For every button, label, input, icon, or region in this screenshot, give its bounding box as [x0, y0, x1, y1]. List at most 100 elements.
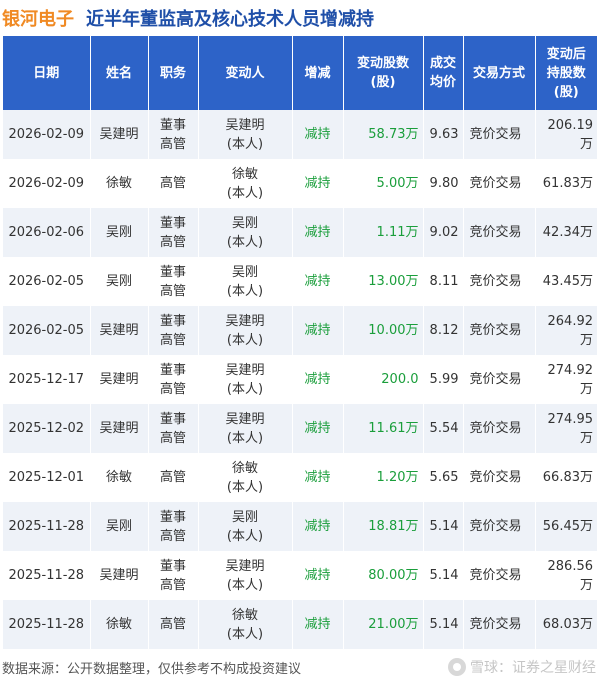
cell-price: 9.80 [422, 159, 463, 208]
cell-direction: 减持 [291, 208, 343, 257]
cell-role-line: 高管 [159, 332, 186, 348]
cell-changer-line: (本人) [226, 234, 264, 250]
cell-direction: 减持 [291, 257, 343, 306]
cell-name: 吴刚 [89, 257, 148, 306]
column-header-direction: 增减 [291, 36, 343, 110]
column-header-text: 成交 [429, 56, 456, 71]
cell-after: 206.19万 [534, 110, 597, 159]
cell-changer-line: (本人) [226, 528, 264, 544]
cell-name: 吴刚 [89, 502, 148, 551]
cell-changer: 吴刚 (本人) [197, 208, 292, 257]
cell-changer-line: 吴刚 [231, 264, 258, 280]
table-row: 2025-12-02 吴建明 董事 高管 吴建明 (本人) 减持 11.61万 5.54 竞价交易… [3, 404, 597, 453]
cell-shares: 11.61万 [342, 404, 423, 453]
cell-changer-line: 徐敏 [231, 607, 258, 623]
cell-price: 5.65 [422, 453, 463, 502]
cell-role-line: 董事 [159, 117, 186, 133]
cell-role: 高管 [147, 453, 198, 502]
cell-method: 竞价交易 [462, 257, 535, 306]
cell-direction: 减持 [291, 600, 343, 649]
cell-changer-line: 徐敏 [231, 460, 258, 476]
cell-shares: 80.00万 [342, 551, 423, 600]
snowball-logo-icon [448, 658, 466, 676]
cell-role: 董事 高管 [147, 110, 198, 159]
cell-after: 68.03万 [534, 600, 597, 649]
cell-changer: 徐敏 (本人) [197, 453, 292, 502]
cell-method: 竞价交易 [462, 110, 535, 159]
cell-name: 吴建明 [89, 355, 148, 404]
table-row: 2025-11-28 徐敏 高管 徐敏 (本人) 减持 21.00万 5.14 竞价交易 68.0… [3, 600, 597, 649]
cell-role-line: 高管 [159, 381, 186, 397]
cell-method: 竞价交易 [462, 208, 535, 257]
holdings-change-table: 日期 姓名 职务 变动人 增减 变动股数 (股) 成交 均价 交易方式 变动后 持股数 (股) 2026… [3, 36, 597, 649]
column-header-text: 日期 [33, 65, 60, 81]
cell-price: 5.54 [422, 404, 463, 453]
cell-price: 8.11 [422, 257, 463, 306]
cell-role: 董事 高管 [147, 551, 198, 600]
cell-role-line: 高管 [159, 136, 186, 152]
cell-shares: 58.73万 [342, 110, 423, 159]
cell-after: 274.95万 [534, 404, 597, 453]
cell-role: 高管 [147, 600, 198, 649]
cell-direction: 减持 [291, 110, 343, 159]
cell-changer: 吴建明 (本人) [197, 110, 292, 159]
cell-changer-line: (本人) [226, 136, 264, 152]
cell-method: 竞价交易 [462, 502, 535, 551]
cell-shares: 1.11万 [342, 208, 423, 257]
cell-changer-line: (本人) [226, 479, 264, 495]
cell-method: 竞价交易 [462, 551, 535, 600]
company-name: 银河电子 [2, 9, 74, 30]
cell-method: 竞价交易 [462, 600, 535, 649]
cell-role: 董事 高管 [147, 404, 198, 453]
cell-direction: 减持 [291, 453, 343, 502]
cell-role-line: 高管 [159, 176, 186, 191]
cell-date: 2026-02-09 [3, 110, 90, 159]
cell-role-line: 高管 [159, 234, 186, 250]
cell-name: 徐敏 [89, 159, 148, 208]
cell-role-line: 董事 [159, 411, 186, 427]
cell-changer-line: 吴建明 [225, 362, 265, 378]
cell-direction: 减持 [291, 404, 343, 453]
cell-shares: 5.00万 [342, 159, 423, 208]
cell-role-line: 高管 [159, 470, 186, 485]
cell-role: 董事 高管 [147, 208, 198, 257]
cell-method: 竞价交易 [462, 453, 535, 502]
cell-name: 吴建明 [89, 404, 148, 453]
cell-changer: 吴建明 (本人) [197, 551, 292, 600]
cell-role: 董事 高管 [147, 257, 198, 306]
cell-direction: 减持 [291, 306, 343, 355]
cell-name: 吴刚 [89, 208, 148, 257]
cell-role-line: 高管 [159, 430, 186, 446]
table-row: 2026-02-09 徐敏 高管 徐敏 (本人) 减持 5.00万 9.80 竞价交易 61.83… [3, 159, 597, 208]
column-header-text: 持股数 [546, 65, 586, 81]
column-header-after: 变动后 持股数 (股) [534, 36, 597, 110]
cell-role-line: 董事 [159, 264, 186, 280]
cell-name: 吴建明 [89, 551, 148, 600]
cell-changer: 徐敏 (本人) [197, 159, 292, 208]
cell-changer: 徐敏 (本人) [197, 600, 292, 649]
cell-name: 吴建明 [89, 110, 148, 159]
cell-role-line: 董事 [159, 313, 186, 329]
column-header-shares: 变动股数 (股) [342, 36, 423, 110]
cell-price: 8.12 [422, 306, 463, 355]
column-header-text: 变动股数 [356, 56, 409, 71]
column-header-text: (股) [370, 75, 396, 90]
cell-after: 264.92万 [534, 306, 597, 355]
column-header-text: 交易方式 [472, 65, 525, 81]
cell-changer-line: 吴建明 [225, 117, 265, 133]
cell-changer-line: (本人) [226, 577, 264, 593]
table-body: 2026-02-09 吴建明 董事 高管 吴建明 (本人) 减持 58.73万 9.63 竞价交易… [3, 110, 597, 649]
cell-changer-line: (本人) [226, 283, 264, 299]
cell-date: 2026-02-05 [3, 306, 90, 355]
cell-method: 竞价交易 [462, 306, 535, 355]
cell-method: 竞价交易 [462, 404, 535, 453]
cell-role: 董事 高管 [147, 306, 198, 355]
cell-shares: 200.0 [342, 355, 423, 404]
title-bar: 银河电子 近半年董监高及核心技术人员增减持 [0, 0, 600, 36]
cell-role-line: 董事 [159, 558, 186, 574]
table-row: 2025-11-28 吴刚 董事 高管 吴刚 (本人) 减持 18.81万 5.14 竞价交易 56… [3, 502, 597, 551]
cell-date: 2025-12-17 [3, 355, 90, 404]
cell-shares: 21.00万 [342, 600, 423, 649]
cell-changer: 吴刚 (本人) [197, 257, 292, 306]
cell-direction: 减持 [291, 551, 343, 600]
